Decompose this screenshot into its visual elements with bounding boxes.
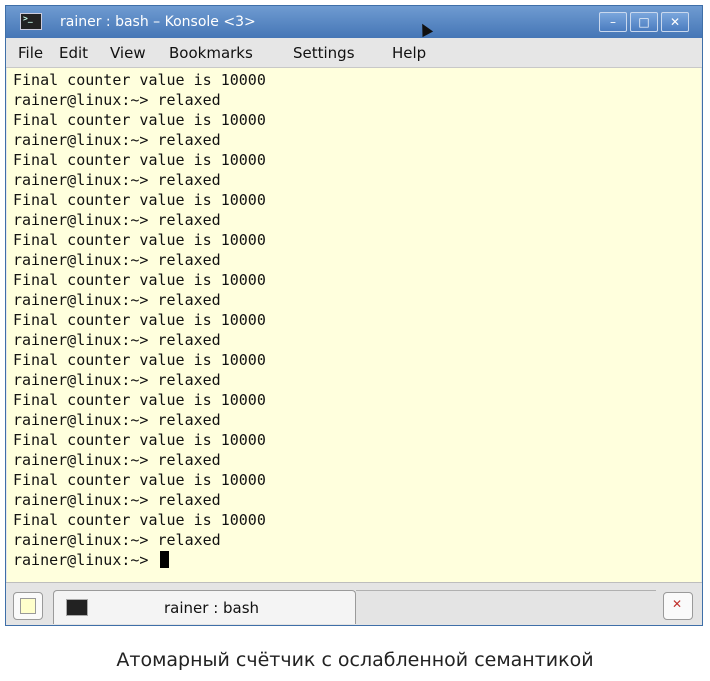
- terminal-line: rainer@linux:~> relaxed: [13, 531, 221, 549]
- terminal-icon: [66, 599, 88, 616]
- tab-rainer-bash[interactable]: rainer : bash: [53, 590, 356, 624]
- menu-settings[interactable]: Settings: [293, 44, 355, 62]
- terminal-line: rainer@linux:~> relaxed: [13, 291, 221, 309]
- terminal-line: rainer@linux:~> relaxed: [13, 211, 221, 229]
- terminal-line: rainer@linux:~> relaxed: [13, 131, 221, 149]
- terminal-prompt-line[interactable]: rainer@linux:~>: [13, 550, 169, 570]
- menu-file[interactable]: File: [18, 44, 43, 62]
- menu-view[interactable]: View: [110, 44, 146, 62]
- terminal-line: Final counter value is 10000: [13, 431, 266, 449]
- terminal-line: Final counter value is 10000: [13, 351, 266, 369]
- terminal-prompt: rainer@linux:~>: [13, 551, 158, 569]
- maximize-button[interactable]: □: [630, 12, 658, 32]
- terminal-line: rainer@linux:~> relaxed: [13, 331, 221, 349]
- terminal-line: Final counter value is 10000: [13, 391, 266, 409]
- menu-edit[interactable]: Edit: [59, 44, 88, 62]
- terminal-icon[interactable]: [20, 13, 42, 30]
- menu-help[interactable]: Help: [392, 44, 426, 62]
- konsole-window: rainer : bash – Konsole <3> – □ ✕ File E…: [5, 5, 703, 626]
- terminal-line: rainer@linux:~> relaxed: [13, 491, 221, 509]
- new-tab-button[interactable]: [13, 592, 43, 620]
- tab-bar-empty-area: [356, 590, 656, 624]
- terminal-line: Final counter value is 10000: [13, 231, 266, 249]
- close-button[interactable]: ✕: [661, 12, 689, 32]
- figure-caption: Атомарный счётчик с ослабленной семантик…: [116, 649, 594, 671]
- terminal-line: rainer@linux:~> relaxed: [13, 171, 221, 189]
- terminal-line: rainer@linux:~> relaxed: [13, 371, 221, 389]
- close-tab-button[interactable]: [663, 592, 693, 620]
- terminal-line: Final counter value is 10000: [13, 271, 266, 289]
- mouse-pointer-icon: [416, 20, 434, 38]
- terminal-output[interactable]: Final counter value is 10000 rainer@linu…: [7, 68, 701, 582]
- terminal-line: rainer@linux:~> relaxed: [13, 451, 221, 469]
- window-title: rainer : bash – Konsole <3>: [60, 14, 256, 30]
- text-cursor: [159, 551, 169, 568]
- terminal-line: rainer@linux:~> relaxed: [13, 411, 221, 429]
- terminal-line: rainer@linux:~> relaxed: [13, 251, 221, 269]
- menu-bar: File Edit View Bookmarks Settings Help: [6, 38, 702, 68]
- tab-bar: rainer : bash: [6, 582, 702, 625]
- tab-label: rainer : bash: [164, 599, 260, 617]
- title-bar[interactable]: rainer : bash – Konsole <3> – □ ✕: [6, 6, 702, 38]
- terminal-line: Final counter value is 10000: [13, 471, 266, 489]
- terminal-line: Final counter value is 10000: [13, 511, 266, 529]
- terminal-line: Final counter value is 10000: [13, 311, 266, 329]
- terminal-line: Final counter value is 10000: [13, 191, 266, 209]
- minimize-button[interactable]: –: [599, 12, 627, 32]
- menu-bookmarks[interactable]: Bookmarks: [169, 44, 253, 62]
- terminal-line: Final counter value is 10000: [13, 151, 266, 169]
- terminal-line: Final counter value is 10000: [13, 71, 266, 89]
- terminal-line: rainer@linux:~> relaxed: [13, 91, 221, 109]
- terminal-line: Final counter value is 10000: [13, 111, 266, 129]
